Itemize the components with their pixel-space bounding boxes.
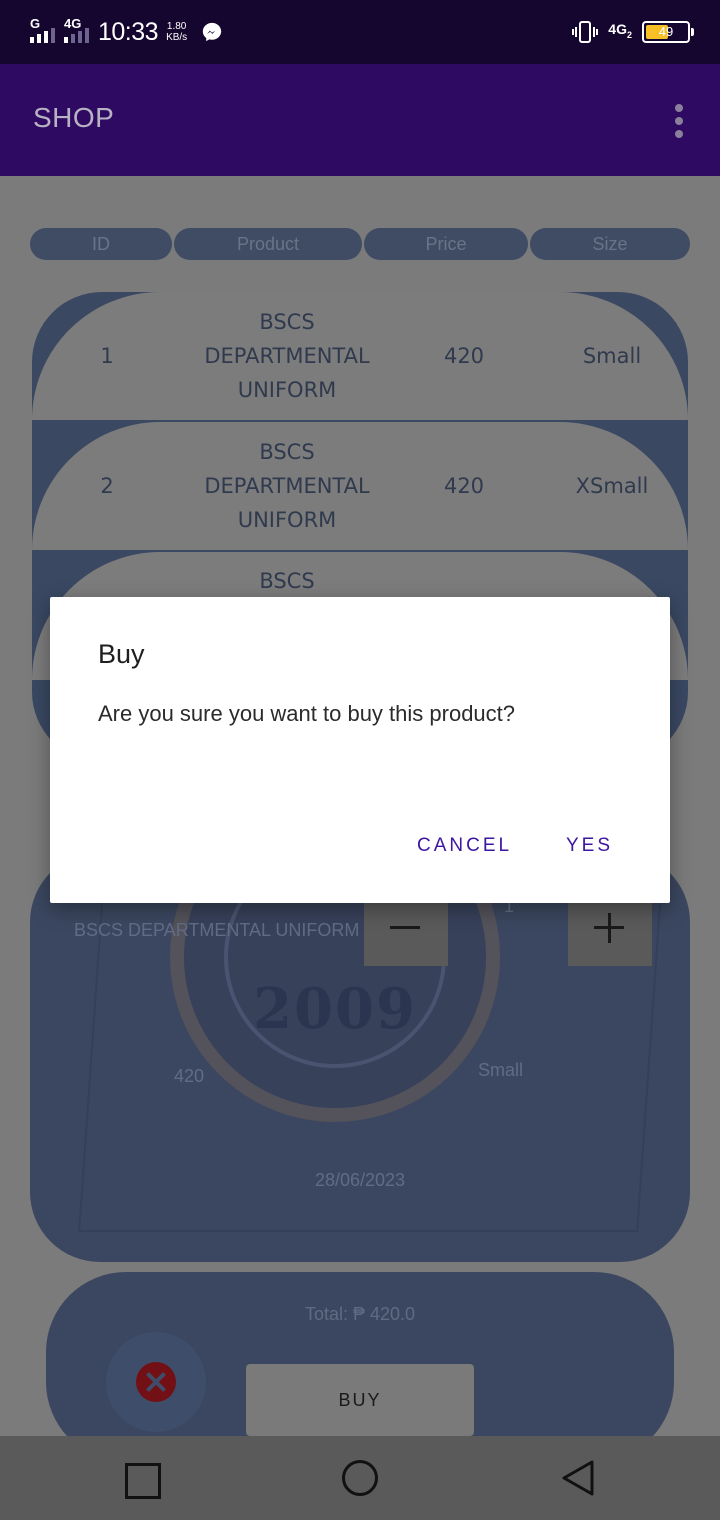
buy-button[interactable]: BUY [246,1364,474,1436]
row-size: XSmall [575,474,649,498]
row-product-line: UNIFORM [237,378,337,402]
back-icon[interactable] [558,1458,598,1498]
total-label: Total: ₱ 420.0 [304,1304,416,1324]
battery-icon: 49 [642,21,694,43]
speed-unit: KB/s [166,32,188,43]
status-left: G 4G 10:33 1.80 KB/s [30,14,223,50]
dialog-title: Buy [98,639,145,669]
close-icon [136,1362,176,1402]
vibrate-icon [572,21,599,43]
network-4g-label: 4G [608,21,627,38]
detail-product-name: BSCS DEPARTMENTAL UNIFORM [74,920,360,940]
row-product-line: UNIFORM [237,508,337,532]
signal-icon: G [30,17,56,47]
dialog-message: Are you sure you want to buy this produc… [98,701,516,726]
product-detail-card: 2009 BSCS DEPARTMENTAL UNIFORM 1 420 Sma… [30,852,690,1262]
header-size: Size [530,228,690,260]
header-id: ID [30,228,172,260]
row-product-line: BSCS [259,440,315,464]
row-id: 2 [100,474,114,498]
row-product: BSCS DEPARTMENTAL UNIFORM [182,292,392,420]
row-product-line: DEPARTMENTAL [204,474,370,498]
header-product: Product [174,228,362,260]
seal-year: 2009 [253,976,417,1042]
battery-level: 49 [658,24,674,39]
clock: 10:33 [98,17,159,46]
row-product-line: BSCS [259,310,315,334]
status-right: 4G2 49 [572,16,694,48]
header-price: Price [364,228,528,260]
network-speed: 1.80 KB/s [166,21,187,43]
recent-apps-icon[interactable] [120,1458,161,1499]
buy-confirm-dialog: Buy Are you sure you want to buy this pr… [50,597,670,903]
detail-date: 28/06/2023 [314,1170,406,1190]
row-price: 420 [443,344,485,368]
yes-button[interactable]: YES [566,835,613,857]
system-nav-bar [0,1436,720,1520]
row-price: 420 [443,474,485,498]
detail-size: Small [478,1060,524,1080]
messenger-icon [203,22,222,42]
checkout-card: Total: ₱ 420.0 BUY [46,1272,674,1436]
network-type-2: 4G [64,16,82,31]
detail-price: 420 [174,1066,205,1086]
row-id: 1 [100,344,114,368]
app-bar: SHOP [0,64,720,176]
home-icon[interactable] [340,1458,380,1498]
row-product-line: DEPARTMENTAL [204,344,370,368]
network-4g-sub: 2 [626,29,632,40]
status-bar: G 4G 10:33 1.80 KB/s 4G2 49 [0,0,720,64]
app-title: SHOP [33,102,115,133]
cancel-button[interactable]: CANCEL [417,835,512,857]
signal-icon-2: 4G [64,17,90,47]
row-size: Small [582,344,642,368]
network-type-1: G [30,16,41,31]
row-product: BSCS DEPARTMENTAL UNIFORM [182,422,392,550]
network-4g-icon: 4G2 [608,22,632,42]
list-item[interactable]: 2 BSCS DEPARTMENTAL UNIFORM 420 XSmall [32,422,688,550]
more-vert-icon[interactable] [674,104,684,138]
close-button[interactable] [106,1332,206,1432]
speed-value: 1.80 [166,21,187,32]
list-item[interactable]: 1 BSCS DEPARTMENTAL UNIFORM 420 Small [32,292,688,420]
